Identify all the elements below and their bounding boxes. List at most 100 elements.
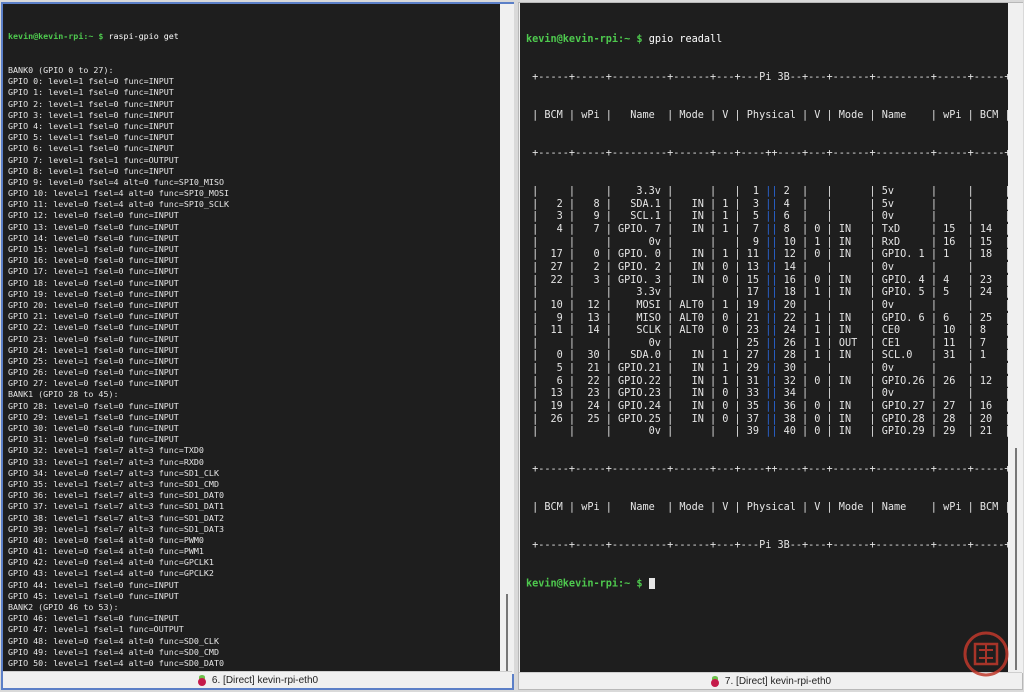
output-line: GPIO 22: level=0 fsel=0 func=INPUT: [8, 322, 179, 333]
output-line: GPIO 4: level=1 fsel=0 func=INPUT: [8, 120, 174, 131]
output-line: GPIO 17: level=1 fsel=0 func=INPUT: [8, 266, 179, 277]
output-line: GPIO 25: level=1 fsel=0 func=INPUT: [8, 355, 179, 366]
output-line: GPIO 15: level=1 fsel=0 func=INPUT: [8, 244, 179, 254]
output-line: GPIO 3: level=1 fsel=0 func=INPUT: [8, 109, 174, 120]
output-line: GPIO 38: level=1 fsel=7 alt=3 func=SD1_D…: [8, 512, 225, 523]
output-line: GPIO 43: level=1 fsel=4 alt=0 func=GPCLK…: [8, 568, 214, 579]
pin-divider: ||: [765, 325, 778, 337]
pin-divider: ||: [765, 413, 778, 425]
output-line: GPIO 16: level=0 fsel=0 func=INPUT: [8, 255, 179, 266]
pin-divider: ||: [765, 261, 778, 273]
output-line: GPIO 23: level=0 fsel=0 func=INPUT: [8, 333, 179, 344]
table-row: | 19 | 24 | GPIO.24 | IN | 0 | 35 || 36 …: [526, 401, 1008, 413]
output-line: GPIO 45: level=1 fsel=0 func=INPUT: [8, 590, 179, 601]
output-line: GPIO 44: level=1 fsel=0 func=INPUT: [8, 579, 179, 590]
output-line: GPIO 19: level=0 fsel=0 func=INPUT: [8, 288, 179, 299]
scrollbar-left[interactable]: [500, 4, 514, 674]
table-row: | 0 | 30 | SDA.0 | IN | 1 | 27 || 28 | 1…: [526, 350, 1008, 362]
pin-divider: ||: [765, 350, 778, 362]
status-bar-left: 6. [Direct] kevin-rpi-eth0: [3, 671, 512, 688]
shell-prompt: kevin@kevin-rpi:~ $: [8, 31, 104, 42]
shell-prompt: kevin@kevin-rpi:~ $: [526, 34, 643, 46]
output-line: GPIO 49: level=1 fsel=4 alt=0 func=SD0_C…: [8, 646, 219, 657]
output-line: GPIO 41: level=0 fsel=4 alt=0 func=PWM1: [8, 546, 204, 557]
table-row: | 17 | 0 | GPIO. 0 | IN | 1 | 11 || 12 |…: [526, 249, 1008, 261]
output-line: GPIO 8: level=1 fsel=0 func=INPUT: [8, 165, 174, 176]
status-bar-right: 7. [Direct] kevin-rpi-eth0: [519, 672, 1022, 689]
output-line: GPIO 9: level=0 fsel=4 alt=0 func=SPI0_M…: [8, 176, 225, 187]
table-border-bottom: +-----+-----+---------+------+---+---Pi …: [526, 540, 1008, 552]
output-line: GPIO 50: level=1 fsel=4 alt=0 func=SD0_D…: [8, 657, 225, 668]
scrollbar-right[interactable]: [1009, 3, 1023, 673]
table-row: | 10 | 12 | MOSI | ALT0 | 1 | 19 || 20 |…: [526, 299, 1008, 311]
pin-divider: ||: [765, 249, 778, 261]
pin-divider: ||: [765, 401, 778, 413]
table-row: | | | 0v | | | 25 || 26 | 1 | OUT | CE1 …: [526, 337, 1008, 349]
output-line: GPIO 28: level=0 fsel=0 func=INPUT: [8, 400, 179, 411]
output-line: GPIO 29: level=1 fsel=0 func=INPUT: [8, 411, 179, 422]
table-row: | 3 | 9 | SCL.1 | IN | 1 | 5 || 6 | | | …: [526, 211, 1008, 223]
output-line: GPIO 39: level=1 fsel=7 alt=3 func=SD1_D…: [8, 523, 225, 534]
table-row: | 4 | 7 | GPIO. 7 | IN | 1 | 7 || 8 | 0 …: [526, 224, 1008, 236]
table-border-top: +-----+-----+---------+------+---+---Pi …: [526, 72, 1008, 84]
table-row: | | | 0v | | | 9 || 10 | 1 | IN | RxD | …: [526, 236, 1008, 248]
output-line: GPIO 30: level=0 fsel=0 func=INPUT: [8, 423, 179, 433]
pin-divider: ||: [765, 274, 778, 286]
output-line: GPIO 42: level=0 fsel=4 alt=0 func=GPCLK…: [8, 557, 214, 568]
output-line: GPIO 32: level=1 fsel=7 alt=3 func=TXD0: [8, 445, 204, 456]
output-line: GPIO 31: level=0 fsel=0 func=INPUT: [8, 434, 179, 445]
table-separator: +-----+-----+---------+------+---+----++…: [526, 464, 1008, 476]
output-line: GPIO 27: level=0 fsel=0 func=INPUT: [8, 378, 179, 389]
output-line: GPIO 26: level=0 fsel=0 func=INPUT: [8, 367, 179, 378]
output-line: GPIO 37: level=1 fsel=7 alt=3 func=SD1_D…: [8, 501, 225, 512]
output-line: GPIO 11: level=0 fsel=4 alt=0 func=SPI0_…: [8, 199, 230, 210]
table-row: | 27 | 2 | GPIO. 2 | IN | 0 | 13 || 14 |…: [526, 261, 1008, 273]
table-header: | BCM | wPi | Name | Mode | V | Physical…: [526, 110, 1008, 122]
output-line: GPIO 1: level=1 fsel=0 func=INPUT: [8, 87, 174, 98]
pin-divider: ||: [765, 363, 778, 375]
table-row: | | | 0v | | | 39 || 40 | 0 | IN | GPIO.…: [526, 426, 1008, 438]
output-line: GPIO 10: level=1 fsel=4 alt=0 func=SPI0_…: [8, 188, 230, 199]
output-line: GPIO 21: level=0 fsel=0 func=INPUT: [8, 311, 179, 322]
table-row: | 11 | 14 | SCLK | ALT0 | 0 | 23 || 24 |…: [526, 325, 1008, 337]
prompt-line: kevin@kevin-rpi:~ $: [526, 578, 1008, 591]
output-line: GPIO 34: level=0 fsel=7 alt=3 func=SD1_C…: [8, 467, 219, 478]
pin-divider: ||: [765, 224, 778, 236]
terminal-output-right[interactable]: kevin@kevin-rpi:~ $ gpio readall +-----+…: [520, 3, 1008, 673]
raspberry-pi-icon: [197, 674, 207, 686]
output-line: GPIO 2: level=1 fsel=0 func=INPUT: [8, 98, 174, 109]
pin-divider: ||: [765, 287, 778, 299]
scroll-thumb[interactable]: [1015, 448, 1017, 670]
session-label: 7. [Direct] kevin-rpi-eth0: [724, 675, 832, 687]
table-row: | | | 3.3v | | | 1 || 2 | | | 5v | | |: [526, 186, 1008, 198]
table-row: | 9 | 13 | MISO | ALT0 | 0 | 21 || 22 | …: [526, 312, 1008, 324]
shell-prompt: kevin@kevin-rpi:~ $: [526, 578, 643, 590]
prompt-line: kevin@kevin-rpi:~ $ raspi-gpio get: [8, 31, 500, 42]
output-line: GPIO 12: level=0 fsel=0 func=INPUT: [8, 210, 179, 221]
output-line: GPIO 20: level=0 fsel=0 func=INPUT: [8, 299, 179, 310]
pin-divider: ||: [765, 198, 778, 210]
pin-divider: ||: [765, 211, 778, 223]
output-line: GPIO 33: level=1 fsel=7 alt=3 func=RXD0: [8, 456, 204, 467]
table-footer-header: | BCM | wPi | Name | Mode | V | Physical…: [526, 502, 1008, 514]
terminal-cursor: [648, 578, 655, 590]
table-row: | 13 | 23 | GPIO.23 | IN | 0 | 33 || 34 …: [526, 388, 1008, 400]
output-line: GPIO 46: level=1 fsel=0 func=INPUT: [8, 613, 179, 624]
pin-divider: ||: [765, 375, 778, 387]
pin-divider: ||: [765, 337, 778, 349]
raspberry-pi-icon: [710, 675, 720, 687]
terminal-pane-left[interactable]: kevin@kevin-rpi:~ $ raspi-gpio get BANK0…: [1, 2, 514, 690]
table-row: | | | 3.3v | | | 17 || 18 | 1 | IN | GPI…: [526, 287, 1008, 299]
output-line: GPIO 14: level=0 fsel=0 func=INPUT: [8, 232, 179, 243]
session-label: 6. [Direct] kevin-rpi-eth0: [211, 674, 319, 686]
pin-divider: ||: [765, 236, 778, 248]
terminal-pane-right[interactable]: kevin@kevin-rpi:~ $ gpio readall +-----+…: [518, 2, 1023, 690]
scroll-thumb[interactable]: [506, 594, 508, 672]
terminal-output-left[interactable]: kevin@kevin-rpi:~ $ raspi-gpio get BANK0…: [3, 4, 500, 674]
command-text: gpio readall: [648, 34, 723, 46]
pin-divider: ||: [765, 388, 778, 400]
output-line: GPIO 35: level=1 fsel=7 alt=3 func=SD1_C…: [8, 478, 219, 489]
table-row: | 6 | 22 | GPIO.22 | IN | 1 | 31 || 32 |…: [526, 375, 1008, 387]
output-line: GPIO 40: level=0 fsel=4 alt=0 func=PWM0: [8, 534, 204, 545]
output-line: GPIO 0: level=1 fsel=0 func=INPUT: [8, 76, 174, 87]
